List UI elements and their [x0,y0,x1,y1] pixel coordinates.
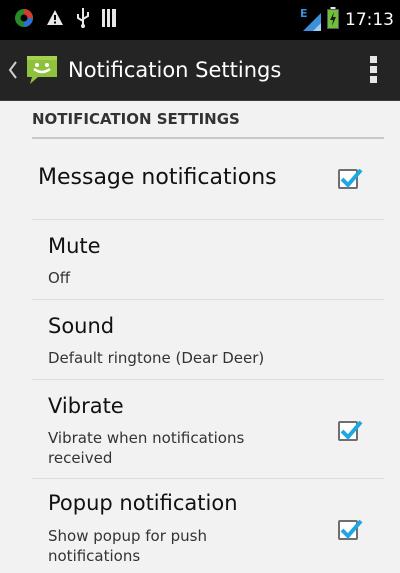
message-notifications-checkbox[interactable] [338,168,363,189]
popup-notification-checkbox[interactable] [338,519,363,540]
pref-summary: Default ringtone (Dear Deer) [48,349,265,367]
pref-title: Mute [48,234,101,258]
status-bar-left [14,0,116,40]
pref-summary: Off [48,269,71,287]
pref-title: Vibrate [48,394,124,418]
status-bar-right: E 17:13 [299,0,394,40]
pref-vibrate[interactable]: Vibrate Vibrate when notifications recei… [32,380,384,479]
pref-mute[interactable]: Mute Off [32,220,384,300]
pref-message-notifications[interactable]: Message notifications [32,139,384,220]
action-bar-title: Notification Settings [68,58,282,82]
pref-sound[interactable]: Sound Default ringtone (Dear Deer) [32,300,384,380]
overflow-dot [370,66,377,73]
warning-icon [46,9,64,31]
battery-icon [327,7,339,33]
overflow-dot [370,76,377,83]
pref-title: Popup notification [48,491,238,515]
section-header: NOTIFICATION SETTINGS [32,101,384,139]
back-caret-icon[interactable] [8,60,18,84]
network-type-label: E [300,7,308,20]
signal-icon: E [299,7,321,31]
action-bar: Notification Settings [0,40,400,101]
messaging-app-icon[interactable] [24,52,60,88]
status-bar: E 17:13 [0,0,400,40]
status-clock: 17:13 [345,10,394,30]
pref-title: Message notifications [38,165,277,190]
usb-icon [76,8,90,32]
pref-popup-notification[interactable]: Popup notification Show popup for push n… [32,479,384,573]
overflow-dot [370,56,377,63]
storage-icon [102,9,116,31]
overflow-menu-icon[interactable] [370,56,378,84]
pref-title: Sound [48,314,115,338]
pref-summary: Vibrate when notifications received [48,429,245,467]
vibrate-checkbox[interactable] [338,420,363,441]
app-notification-icon [14,8,34,32]
pref-summary: Show popup for push notifications [48,527,208,565]
